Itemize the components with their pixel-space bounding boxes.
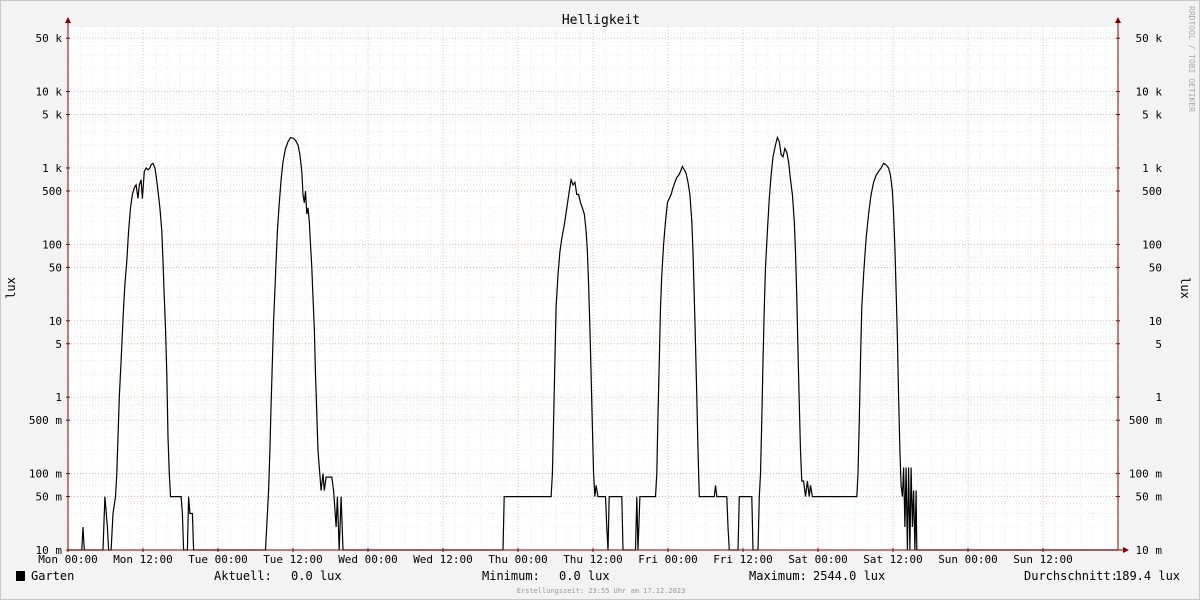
y-tick-label-right: 5 k	[1142, 109, 1162, 122]
x-axis-arrow	[1123, 547, 1129, 553]
y-tick-label-right: 500	[1142, 185, 1162, 198]
y-tick-label-right: 1	[1155, 391, 1162, 404]
y-tick-label-right: 1 k	[1142, 162, 1162, 175]
legend-min-value: 0.0 lux	[559, 569, 610, 583]
x-tick-label: Tue 12:00	[263, 553, 323, 566]
legend-min-label: Minimum:	[482, 569, 540, 583]
y-tick-label-left: 1 k	[42, 162, 62, 175]
y-tick-label-left: 10 k	[36, 86, 63, 99]
watermark: RRDTOOL / TOBI OETIKER	[1187, 6, 1196, 112]
y-tick-label-right: 50	[1149, 261, 1162, 274]
x-tick-label: Tue 00:00	[188, 553, 248, 566]
x-tick-label: Thu 12:00	[563, 553, 623, 566]
graph-frame: 50 k 50 k 10 k 10 k5 k5 k1 k1 k 500 500 100 100…	[0, 0, 1200, 600]
x-tick-label: Fri 00:00	[638, 553, 698, 566]
y-tick-label-right: 5	[1155, 338, 1162, 351]
x-tick-label: Wed 00:00	[338, 553, 398, 566]
x-tick-label: Wed 12:00	[413, 553, 473, 566]
y-tick-label-right: 10 k	[1136, 86, 1163, 99]
y-axis-left-arrow	[65, 17, 71, 23]
legend-series-name: Garten	[31, 569, 74, 583]
y-tick-label-left: 5	[55, 338, 62, 351]
y-tick-label-left: 1	[55, 391, 62, 404]
y-tick-label-left: 5 k	[42, 109, 62, 122]
y-tick-label-right: 100	[1142, 238, 1162, 251]
legend-avg-label: Durchschnitt:	[1024, 569, 1118, 583]
x-tick-label: Sat 12:00	[863, 553, 923, 566]
y-tick-label-right: 50 k	[1136, 32, 1163, 45]
legend-max-label: Maximum:	[749, 569, 807, 583]
y-tick-label-left: 50	[49, 261, 62, 274]
y-tick-label-left: 50 k	[36, 32, 63, 45]
y-tick-label-right: 10 m	[1136, 544, 1163, 557]
x-tick-label: Mon 12:00	[113, 553, 173, 566]
legend-current-label: Aktuell:	[214, 569, 272, 583]
legend-swatch	[16, 571, 25, 581]
y-tick-label-left: 500	[42, 185, 62, 198]
y-tick-label-left: 10	[49, 315, 62, 328]
x-tick-label: Sun 12:00	[1013, 553, 1073, 566]
x-tick-label: Mon 00:00	[38, 553, 98, 566]
chart-title: Helligkeit	[562, 13, 640, 28]
legend-current-value: 0.0 lux	[291, 569, 342, 583]
y-tick-label-left: 100 m	[29, 468, 62, 481]
footer-note: Erstellungszeit: 23:55 Uhr am 17.12.2023	[517, 587, 686, 595]
y-tick-label-left: 50 m	[36, 491, 63, 504]
y-tick-label-right: 10	[1149, 315, 1162, 328]
y-axis-label-left: lux	[4, 277, 18, 299]
x-tick-label: Thu 00:00	[488, 553, 548, 566]
y-tick-label-right: 100 m	[1129, 468, 1162, 481]
y-tick-label-left: 100	[42, 238, 62, 251]
y-tick-label-right: 50 m	[1136, 491, 1163, 504]
y-axis-label-right: lux	[1178, 277, 1192, 299]
chart: 50 k 50 k10 k 10 k5 k5 k1 k1 k500 500100 100…	[4, 6, 1196, 595]
x-tick-label: Fri 12:00	[713, 553, 773, 566]
y-axis-right-arrow	[1115, 17, 1121, 23]
x-tick-label: Sun 00:00	[938, 553, 998, 566]
y-tick-label-left: 500 m	[29, 414, 62, 427]
legend-avg-value: 189.4 lux	[1115, 569, 1180, 583]
legend-max-value: 2544.0 lux	[813, 569, 885, 583]
x-tick-label: Sat 00:00	[788, 553, 848, 566]
y-tick-label-right: 500 m	[1129, 414, 1162, 427]
